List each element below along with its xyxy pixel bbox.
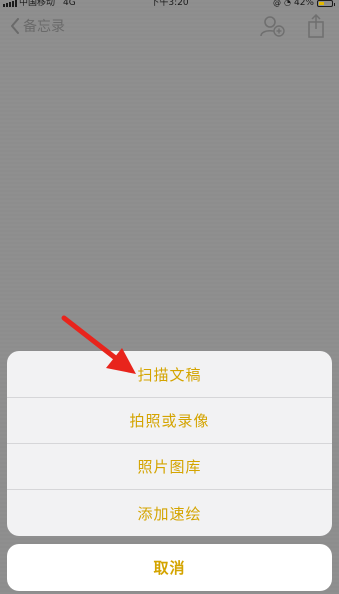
share-icon[interactable]	[307, 14, 325, 38]
chevron-left-icon	[11, 18, 19, 34]
status-right: @ ◔ 42%	[273, 0, 335, 8]
scan-document-option[interactable]: 扫描文稿	[7, 351, 332, 397]
status-bar: 中国移动 4G 下午3:20 @ ◔ 42%	[0, 0, 339, 10]
battery-percent: 42%	[293, 0, 314, 8]
cancel-button[interactable]: 取消	[7, 544, 332, 591]
battery-fill	[319, 1, 325, 5]
add-people-icon[interactable]	[259, 14, 285, 38]
action-sheet: 扫描文稿 拍照或录像 照片图库 添加速绘	[7, 351, 332, 536]
add-sketch-option[interactable]: 添加速绘	[7, 489, 332, 536]
nav-actions	[259, 14, 325, 38]
alarm-icon: ◔	[284, 0, 291, 7]
lock-rotation-icon: @	[273, 0, 281, 7]
nav-bar: 备忘录	[0, 12, 339, 44]
back-label: 备忘录	[23, 19, 65, 35]
back-button[interactable]: 备忘录	[10, 16, 65, 36]
take-photo-video-option[interactable]: 拍照或录像	[7, 397, 332, 443]
battery-icon	[317, 0, 335, 7]
photo-library-option[interactable]: 照片图库	[7, 443, 332, 489]
